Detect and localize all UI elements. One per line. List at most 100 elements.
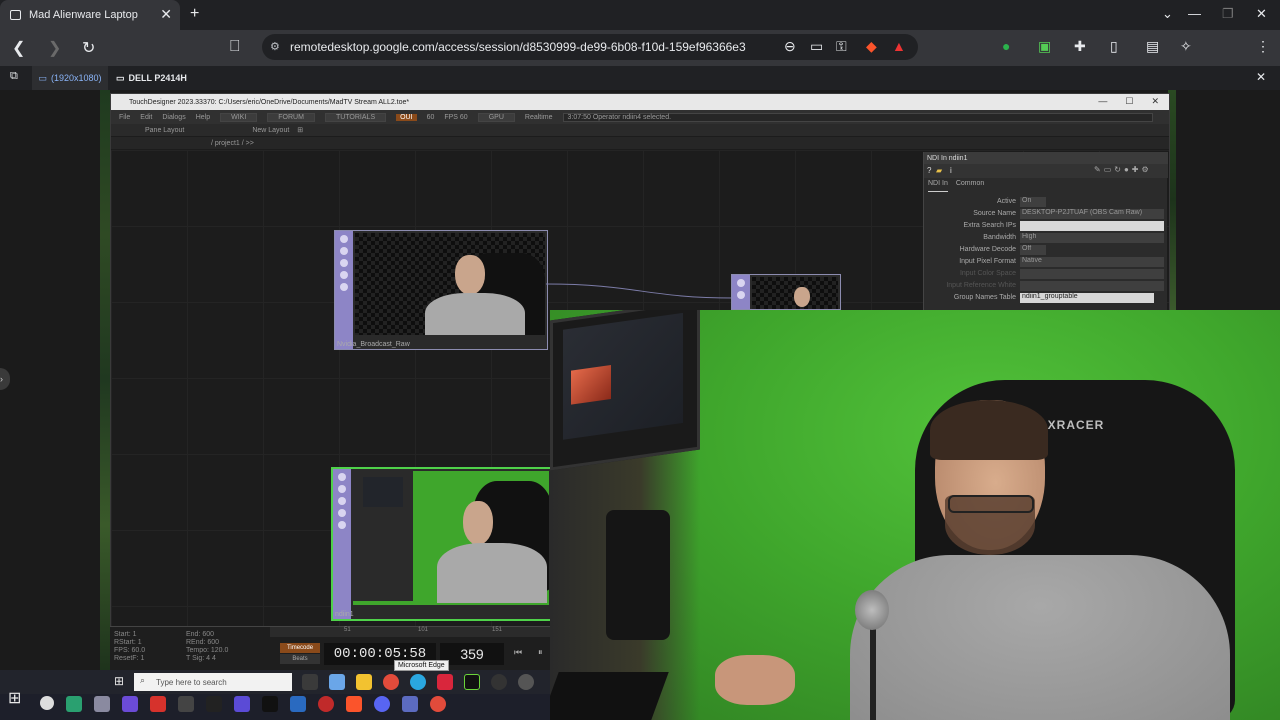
- touchdesigner-icon[interactable]: [464, 674, 480, 690]
- bookmark-icon[interactable]: ⎕: [230, 38, 240, 56]
- top-node-output[interactable]: [731, 274, 841, 310]
- obs-icon[interactable]: [491, 674, 507, 690]
- param-row[interactable]: Input Pixel Format Native: [924, 257, 1168, 269]
- td-menu-file[interactable]: File: [119, 114, 130, 121]
- td-pane-layout-label[interactable]: Pane Layout: [145, 127, 184, 134]
- td-menu-help[interactable]: Help: [196, 114, 210, 121]
- browser-menu-icon[interactable]: ⋮: [1256, 38, 1270, 55]
- param-row[interactable]: Input Color Space: [924, 269, 1168, 281]
- td-forum-button[interactable]: FORUM: [267, 112, 315, 122]
- extensions-puzzle-icon[interactable]: ✚: [1074, 38, 1086, 55]
- remote-taskbar-search[interactable]: Type here to search: [134, 673, 292, 691]
- extension-green-icon[interactable]: ●: [1002, 38, 1010, 54]
- timeline-resetf[interactable]: ResetF: 1: [114, 655, 145, 663]
- param-tab-common[interactable]: Common: [956, 180, 984, 192]
- td-wiki-button[interactable]: WIKI: [220, 112, 258, 122]
- zoom-icon[interactable]: ⊖: [784, 38, 796, 55]
- remote-start-icon[interactable]: ⊞: [114, 674, 124, 688]
- window-close-button[interactable]: ✕: [1256, 6, 1267, 22]
- td-tutorials-button[interactable]: TUTORIALS: [324, 112, 387, 122]
- td-oui-button[interactable]: OUI: [396, 113, 417, 121]
- timecode-tab[interactable]: Timecode: [280, 643, 320, 653]
- td-menu-dialogs[interactable]: Dialogs: [162, 114, 185, 121]
- brave-rewards-icon[interactable]: ▲: [892, 38, 906, 54]
- site-info-icon[interactable]: ⚙: [270, 40, 280, 53]
- beats-tab[interactable]: Beats: [280, 654, 320, 664]
- app-icon[interactable]: [206, 696, 222, 712]
- edge-icon[interactable]: [410, 674, 426, 690]
- td-minimize-button[interactable]: —: [1098, 96, 1107, 107]
- app-icon[interactable]: [262, 696, 278, 712]
- td-add-layout-icon[interactable]: ⊞: [297, 126, 303, 134]
- tab-close-icon[interactable]: ✕: [160, 6, 172, 23]
- timeline-tsig[interactable]: T Sig: 4 4: [186, 655, 228, 663]
- pause-icon[interactable]: ⏸: [538, 647, 543, 658]
- td-gpu-button[interactable]: GPU: [477, 112, 515, 122]
- timeline-ruler[interactable]: 51 101 151: [270, 627, 552, 637]
- td-close-button[interactable]: ✕: [1151, 96, 1159, 107]
- param-row[interactable]: Active On: [924, 197, 1168, 209]
- param-tool-icons[interactable]: ✎▭↻●✚⚙: [1094, 165, 1152, 174]
- new-tab-button[interactable]: +: [190, 5, 199, 23]
- param-row[interactable]: Input Reference White: [924, 281, 1168, 293]
- top-node-ndiin1[interactable]: ndiin1: [331, 467, 553, 621]
- chrome-icon[interactable]: [430, 696, 446, 712]
- timeline-rstart[interactable]: RStart: 1: [114, 639, 145, 647]
- search-icon[interactable]: [40, 696, 54, 710]
- folder-lock-icon[interactable]: ▰: [936, 166, 942, 175]
- timeline-start[interactable]: Start: 1: [114, 631, 145, 639]
- remote-session-options-icon[interactable]: ⧉: [10, 70, 18, 83]
- extension-matrix-icon[interactable]: ▣: [1038, 38, 1051, 55]
- window-minimize-button[interactable]: —: [1188, 6, 1201, 21]
- app-icon[interactable]: [66, 696, 82, 712]
- app-icon[interactable]: [150, 696, 166, 712]
- param-row[interactable]: Bandwidth High: [924, 233, 1168, 245]
- app-icon[interactable]: [122, 696, 138, 712]
- param-row[interactable]: Group Names Table ndiin1_grouptable: [924, 293, 1168, 305]
- wallet-icon[interactable]: ▤: [1146, 38, 1159, 55]
- back-arrow-icon[interactable]: ❮: [12, 38, 25, 58]
- discord-icon[interactable]: [374, 696, 390, 712]
- app-icon[interactable]: [94, 696, 110, 712]
- password-key-icon[interactable]: ⚿: [836, 38, 847, 55]
- window-maximize-button[interactable]: ❐: [1222, 6, 1234, 22]
- td-new-layout-label[interactable]: New Layout: [252, 127, 289, 134]
- rewind-icon[interactable]: ⏮: [514, 647, 522, 658]
- info-icon[interactable]: i: [950, 166, 952, 175]
- help-icon[interactable]: ?: [927, 166, 931, 175]
- cast-icon[interactable]: ▭: [810, 38, 823, 55]
- top-node-nvidia-broadcast-raw[interactable]: Nvidia_Broadcast_Raw: [334, 230, 548, 350]
- settings-icon[interactable]: [518, 674, 534, 690]
- app-icon[interactable]: [329, 674, 345, 690]
- tab-search-chevron-icon[interactable]: ⌄: [1162, 6, 1173, 22]
- td-realtime-toggle[interactable]: Realtime: [525, 114, 553, 121]
- param-row[interactable]: Extra Search IPs: [924, 221, 1168, 233]
- timeline-end[interactable]: End: 600: [186, 631, 228, 639]
- browser-tab[interactable]: Mad Alienware Laptop ✕: [0, 0, 180, 30]
- sidebar-icon[interactable]: ▯: [1110, 38, 1118, 55]
- param-row[interactable]: Source Name DESKTOP-P2JTUAF (OBS Cam Raw): [924, 209, 1168, 221]
- td-menu-edit[interactable]: Edit: [140, 114, 152, 121]
- app-icon[interactable]: [290, 696, 306, 712]
- brave-shield-icon[interactable]: ◆: [866, 38, 877, 55]
- brave-icon[interactable]: [346, 696, 362, 712]
- reload-icon[interactable]: ↻: [82, 38, 95, 58]
- timeline-fps[interactable]: FPS: 60.0: [114, 647, 145, 655]
- leo-ai-icon[interactable]: ✧: [1180, 38, 1192, 55]
- timeline-tempo[interactable]: Tempo: 120.0: [186, 647, 228, 655]
- app-icon[interactable]: [234, 696, 250, 712]
- remote-display-tab-2[interactable]: ▭ DELL P2414H: [116, 66, 187, 90]
- chrome-icon[interactable]: [383, 674, 399, 690]
- windows-start-icon[interactable]: ⊞: [8, 688, 21, 708]
- app-icon[interactable]: [178, 696, 194, 712]
- app-icon[interactable]: [402, 696, 418, 712]
- task-view-icon[interactable]: [302, 674, 318, 690]
- app-icon[interactable]: [437, 674, 453, 690]
- param-tab-ndi-in[interactable]: NDI In: [928, 180, 948, 192]
- forward-arrow-icon[interactable]: ❯: [48, 38, 61, 58]
- file-explorer-icon[interactable]: [356, 674, 372, 690]
- param-row[interactable]: Hardware Decode Off: [924, 245, 1168, 257]
- td-maximize-button[interactable]: ☐: [1125, 96, 1133, 107]
- app-icon[interactable]: [318, 696, 334, 712]
- exit-fullscreen-icon[interactable]: ✕: [1256, 70, 1266, 84]
